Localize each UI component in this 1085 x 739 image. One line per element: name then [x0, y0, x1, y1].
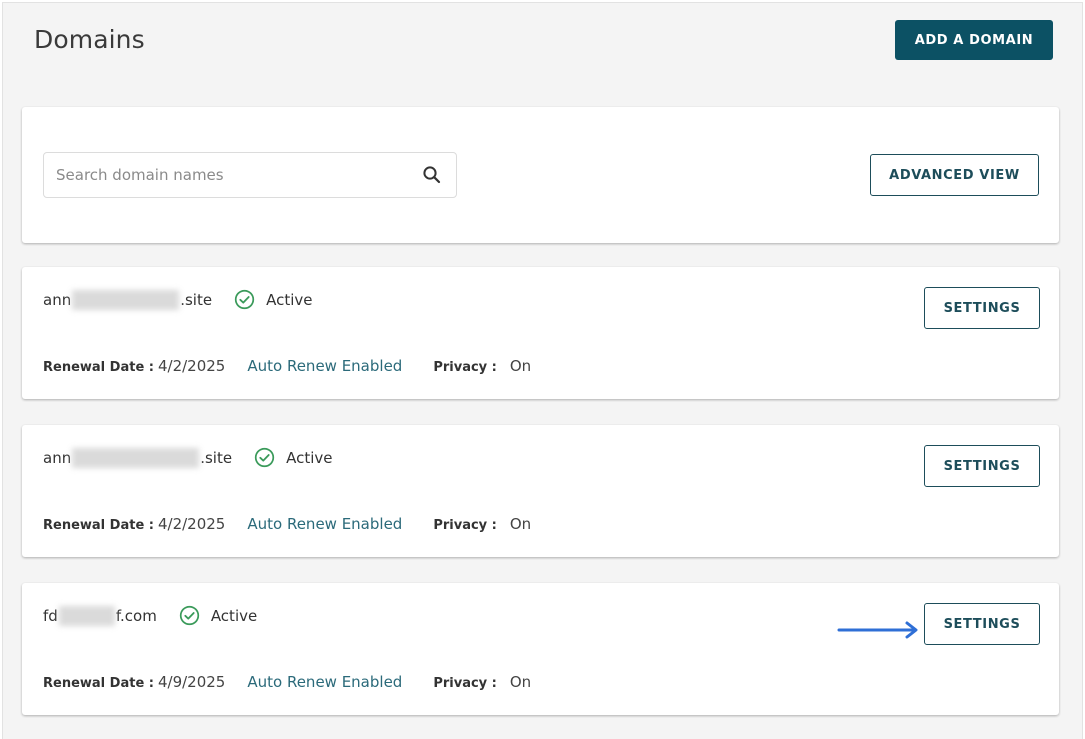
domain-name-prefix[interactable]: ann: [43, 291, 71, 309]
privacy-label: Privacy :: [433, 676, 497, 691]
add-domain-button[interactable]: ADD A DOMAIN: [895, 20, 1053, 60]
annotation-arrow-icon: [837, 621, 918, 639]
domain-name-row: ann .site Active: [43, 289, 313, 310]
domain-name-suffix[interactable]: .site: [200, 449, 232, 467]
check-circle-icon: [179, 605, 199, 626]
renewal-date-label: Renewal Date :: [43, 360, 154, 375]
search-input[interactable]: [44, 153, 404, 197]
privacy-label: Privacy :: [433, 360, 497, 375]
privacy-value: On: [509, 357, 532, 375]
auto-renew-status: Auto Renew Enabled: [247, 515, 403, 533]
obscured-domain-segment: [72, 447, 200, 468]
domain-card: ann .site Active Renewal Date : 4/2/2025…: [22, 425, 1059, 557]
obscured-domain-segment: [72, 289, 180, 310]
renewal-date-label: Renewal Date :: [43, 676, 154, 691]
settings-button[interactable]: SETTINGS: [924, 603, 1040, 645]
domain-name-prefix[interactable]: fd: [43, 607, 58, 625]
domain-name-row: fd f.com Active: [43, 605, 257, 626]
renewal-date-label: Renewal Date :: [43, 518, 154, 533]
check-circle-icon: [234, 289, 255, 310]
domain-name-row: ann .site Active: [43, 447, 333, 468]
domain-meta-row: Renewal Date : 4/2/2025 Auto Renew Enabl…: [43, 515, 531, 533]
auto-renew-status: Auto Renew Enabled: [247, 357, 403, 375]
obscured-domain-segment: [58, 605, 115, 626]
domain-name-suffix[interactable]: f.com: [116, 607, 157, 625]
page-title: Domains: [34, 25, 145, 54]
renewal-date-value: 4/2/2025: [157, 357, 226, 375]
check-circle-icon: [254, 447, 275, 468]
settings-button[interactable]: SETTINGS: [924, 445, 1040, 487]
renewal-date-value: 4/9/2025: [157, 673, 226, 691]
status-badge: Active: [254, 447, 333, 468]
renewal-date-value: 4/2/2025: [157, 515, 226, 533]
status-text: Active: [210, 606, 258, 625]
page-frame: Domains ADD A DOMAIN ADVANCED VIEW ann .…: [2, 2, 1083, 739]
advanced-view-button[interactable]: ADVANCED VIEW: [870, 154, 1039, 196]
auto-renew-status: Auto Renew Enabled: [247, 673, 403, 691]
domain-card: fd f.com Active Renewal Date : 4/9/2025 …: [22, 583, 1059, 715]
status-badge: Active: [179, 605, 257, 626]
privacy-value: On: [509, 515, 532, 533]
domain-name-prefix[interactable]: ann: [43, 449, 71, 467]
settings-button[interactable]: SETTINGS: [924, 287, 1040, 329]
privacy-value: On: [509, 673, 532, 691]
search-card: ADVANCED VIEW: [22, 107, 1059, 243]
domain-name-suffix[interactable]: .site: [180, 291, 212, 309]
search-field[interactable]: [43, 152, 457, 198]
domain-meta-row: Renewal Date : 4/2/2025 Auto Renew Enabl…: [43, 357, 531, 375]
status-text: Active: [286, 448, 333, 467]
domain-meta-row: Renewal Date : 4/9/2025 Auto Renew Enabl…: [43, 673, 531, 691]
status-text: Active: [266, 290, 313, 309]
domain-card: ann .site Active Renewal Date : 4/2/2025…: [22, 267, 1059, 399]
status-badge: Active: [234, 289, 313, 310]
search-icon[interactable]: [422, 165, 442, 185]
privacy-label: Privacy :: [433, 518, 497, 533]
